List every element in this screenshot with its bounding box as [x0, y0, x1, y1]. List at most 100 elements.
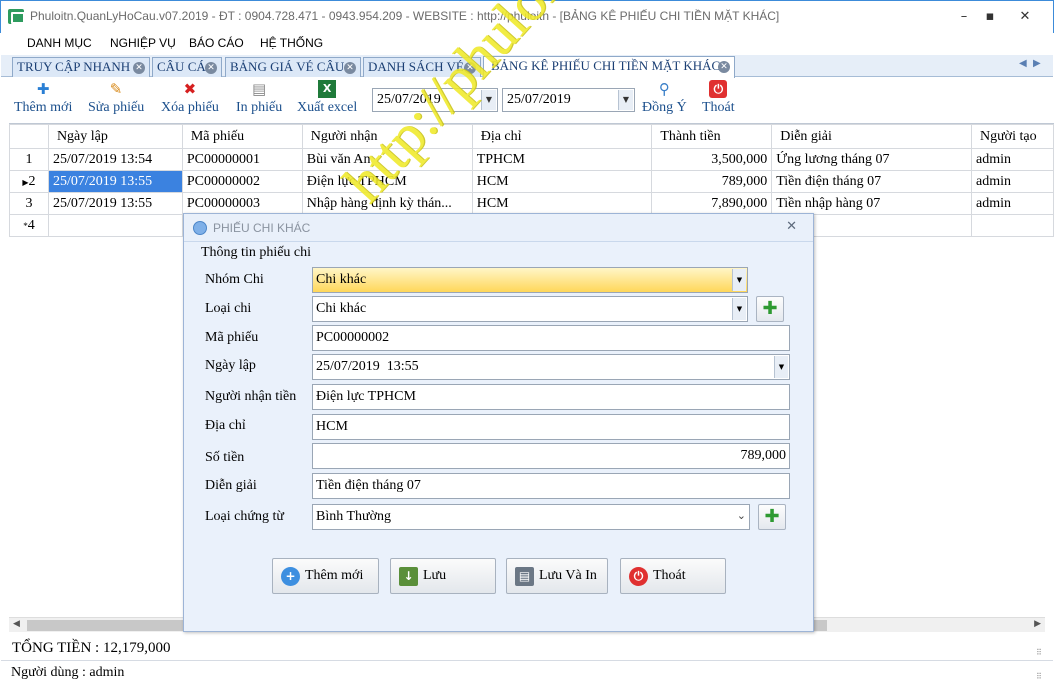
doc-type-select[interactable]: Bình Thường ⌄ — [312, 504, 750, 530]
cell-date[interactable]: 25/07/2019 13:55 — [47, 192, 183, 215]
add-expense-type-button[interactable]: ✚ — [756, 296, 784, 322]
cell-date[interactable]: 25/07/2019 13:55 — [47, 170, 183, 193]
menu-danh-muc[interactable]: DANH MỤC — [27, 36, 92, 50]
tab-bang-ke-phieu-chi[interactable]: BẢNG KÊ PHIẾU CHI TIỀN MẶT KHÁC ✕ — [483, 56, 735, 78]
save-print-label: Lưu Và In — [539, 568, 597, 583]
plus-circle-icon: + — [281, 567, 300, 586]
dropdown-arrow-icon[interactable]: ▼ — [618, 90, 633, 110]
print-button[interactable]: ▤ In phiếu — [236, 80, 282, 116]
scroll-left-icon[interactable]: ◀ — [13, 619, 20, 629]
cell-note[interactable]: Tiền nhập hàng 07 — [771, 192, 972, 215]
add-button[interactable]: ✚ Thêm mới — [14, 80, 72, 116]
save-print-button[interactable]: ▤ Lưu Và In — [506, 558, 608, 594]
code-field[interactable]: PC00000002 — [312, 325, 790, 351]
dropdown-arrow-icon[interactable]: ▼ — [732, 298, 746, 320]
resize-grip-icon[interactable]: ⠿ — [1036, 648, 1048, 660]
row-number[interactable]: ▶2 — [9, 170, 49, 193]
column-header[interactable]: Người tạo — [970, 124, 1054, 149]
tab-label: CÂU CÁ — [157, 59, 206, 74]
column-header[interactable]: Thành tiền — [651, 124, 773, 149]
cell-code[interactable]: PC00000003 — [181, 192, 303, 215]
agree-button[interactable]: ⚲ Đồng Ý — [642, 80, 687, 116]
edit-button[interactable]: ✎ Sửa phiếu — [88, 80, 144, 116]
plus-icon: ✚ — [36, 80, 50, 98]
date-picker[interactable]: 25/07/2019 13:55 ▼ — [312, 354, 790, 380]
menu-nghiep-vu[interactable]: NGHIỆP VỤ — [110, 36, 176, 50]
maximize-button[interactable]: ▪ — [975, 6, 1005, 28]
delete-label: Xóa phiếu — [161, 100, 219, 115]
tab-cau-ca[interactable]: CÂU CÁ ✕ — [152, 57, 222, 77]
cell-amount[interactable]: 7,890,000 — [651, 192, 773, 215]
expense-type-select[interactable]: Chi khác ▼ — [312, 296, 748, 322]
plus-icon: ✚ — [762, 298, 778, 319]
table-header-row: Ngày lập Mã phiếu Người nhận Địa chỉ Thà… — [9, 124, 1054, 149]
tab-scroll-right-icon[interactable]: ▶ — [1033, 58, 1041, 69]
row-number-text: 4 — [27, 217, 35, 233]
tab-truy-cap-nhanh[interactable]: TRUY CẬP NHANH ✕ — [12, 57, 150, 77]
close-icon[interactable]: ✕ — [718, 61, 730, 73]
cell-creator[interactable]: admin — [970, 170, 1054, 193]
note-field[interactable]: Tiền điện tháng 07 — [312, 473, 790, 499]
row-number[interactable]: 3 — [9, 192, 49, 215]
close-window-button[interactable]: ✕ — [1010, 6, 1040, 28]
cell-amount[interactable]: 789,000 — [651, 170, 773, 193]
cell-address[interactable]: TPHCM — [471, 148, 653, 171]
chevron-down-icon[interactable]: ⌄ — [737, 509, 746, 522]
add-doc-type-button[interactable]: ✚ — [758, 504, 786, 530]
tab-bar: TRUY CẬP NHANH ✕ CÂU CÁ ✕ BẢNG GIÁ VÉ CÂU ✕… — [1, 55, 1053, 78]
dropdown-arrow-icon[interactable]: ▼ — [774, 356, 788, 378]
cell-empty[interactable] — [47, 214, 183, 237]
save-button[interactable]: ↓ Lưu — [390, 558, 496, 594]
dialog-exit-label: Thoát — [653, 568, 686, 583]
dialog-title-bar[interactable]: PHIẾU CHI KHÁC ✕ — [184, 214, 813, 242]
column-header[interactable]: Mã phiếu — [181, 124, 303, 149]
cell-address[interactable]: HCM — [471, 170, 653, 193]
table-row[interactable]: 1 25/07/2019 13:54 PC00000001 Bùi văn An… — [9, 148, 1054, 171]
column-header[interactable]: Diễn giải — [771, 124, 972, 149]
close-icon[interactable]: ✕ — [133, 62, 145, 74]
total-amount: TỔNG TIỀN : 12,179,000 — [12, 640, 171, 656]
power-icon: ⏻ — [629, 567, 648, 586]
row-number[interactable]: 1 — [9, 148, 49, 171]
scroll-right-icon[interactable]: ▶ — [1034, 619, 1041, 629]
group-expense-select[interactable]: Chi khác ▼ — [312, 267, 748, 293]
amount-field[interactable]: 789,000 — [312, 443, 790, 469]
close-icon[interactable]: ✕ — [205, 62, 217, 74]
column-header[interactable]: Địa chỉ — [471, 124, 653, 149]
dropdown-arrow-icon[interactable]: ▼ — [732, 269, 746, 291]
column-header[interactable]: Ngày lập — [47, 124, 183, 149]
cell-address[interactable]: HCM — [471, 192, 653, 215]
table-row[interactable]: ▶2 25/07/2019 13:55 PC00000002 Điện lực … — [9, 170, 1054, 193]
printer-icon: ▤ — [252, 80, 267, 98]
cell-note[interactable]: Ứng lương tháng 07 — [771, 148, 972, 171]
cell-empty[interactable] — [970, 214, 1054, 237]
cell-amount[interactable]: 3,500,000 — [651, 148, 773, 171]
row-number[interactable]: *4 — [9, 214, 49, 237]
tab-bang-gia-ve-cau[interactable]: BẢNG GIÁ VÉ CÂU ✕ — [225, 57, 361, 77]
row-number-text: 2 — [28, 173, 36, 189]
cell-creator[interactable]: admin — [970, 148, 1054, 171]
dialog-exit-button[interactable]: ⏻ Thoát — [620, 558, 726, 594]
menu-bao-cao[interactable]: BÁO CÁO — [189, 36, 244, 50]
delete-button[interactable]: ✖ Xóa phiếu — [161, 80, 219, 116]
label-amount: Số tiền — [205, 450, 245, 465]
receiver-field[interactable]: Điện lực TPHCM — [312, 384, 790, 410]
dialog-add-button[interactable]: + Thêm mới — [272, 558, 379, 594]
cell-code[interactable]: PC00000001 — [181, 148, 303, 171]
date-value: 25/07/2019 13:55 — [316, 359, 419, 374]
dialog-close-icon[interactable]: ✕ — [786, 219, 797, 234]
status-grip-icon[interactable]: ⠿ — [1036, 672, 1048, 684]
table-row[interactable]: 3 25/07/2019 13:55 PC00000003 Nhập hàng … — [9, 192, 1054, 215]
tab-scroll-left-icon[interactable]: ◀ — [1019, 58, 1027, 69]
export-excel-button[interactable]: X Xuất excel — [297, 80, 357, 116]
date-to-value: 25/07/2019 — [507, 92, 571, 107]
cell-creator[interactable]: admin — [970, 192, 1054, 215]
exit-button[interactable]: ⏻ Thoát — [702, 80, 735, 116]
menu-he-thong[interactable]: HỆ THỐNG — [260, 36, 323, 50]
close-icon[interactable]: ✕ — [344, 62, 356, 74]
address-field[interactable]: HCM — [312, 414, 790, 440]
cell-note[interactable]: Tiền điện tháng 07 — [771, 170, 972, 193]
cell-code[interactable]: PC00000002 — [181, 170, 303, 193]
date-to-picker[interactable]: 25/07/2019 ▼ — [502, 88, 635, 112]
cell-date[interactable]: 25/07/2019 13:54 — [47, 148, 183, 171]
